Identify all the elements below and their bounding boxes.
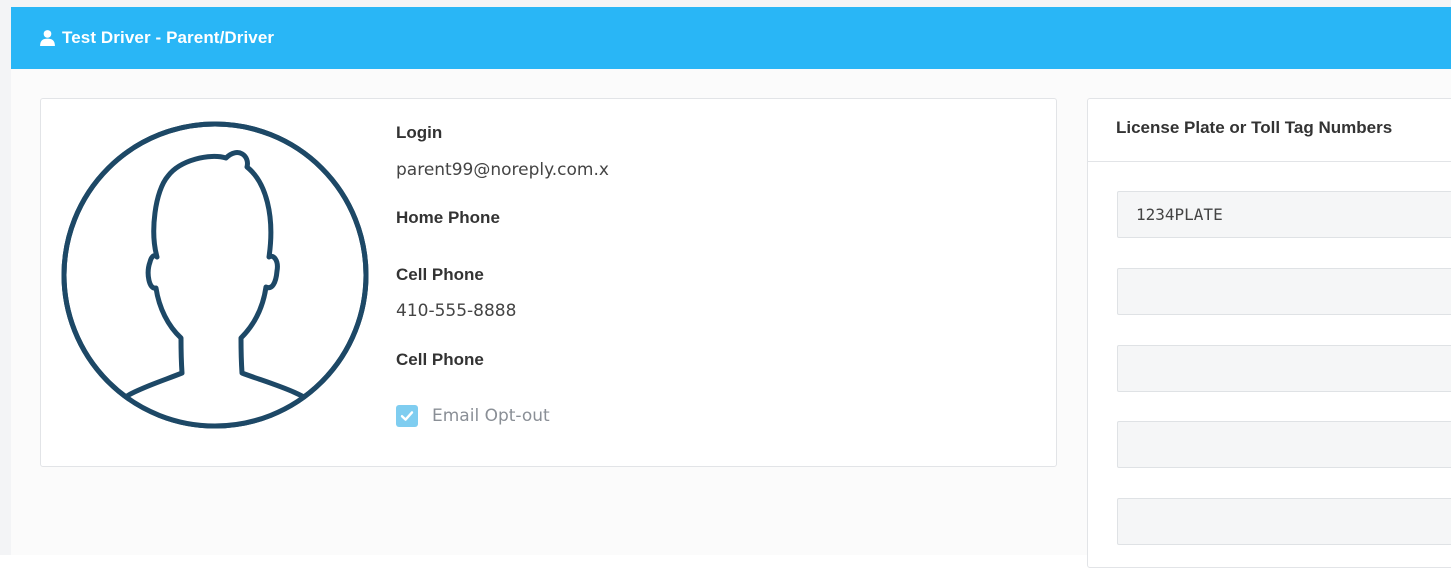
email-opt-out-checkbox[interactable] (396, 405, 418, 427)
page: Test Driver - Parent/Driver Login parent… (0, 0, 1451, 568)
top-edge (0, 0, 1451, 7)
cell-phone-2-label: Cell Phone (396, 350, 484, 369)
plate-input-5[interactable] (1117, 498, 1451, 545)
cell-phone-value: 410-555-8888 (396, 301, 517, 321)
check-icon (400, 411, 414, 421)
plate-input-4[interactable] (1117, 421, 1451, 468)
user-silhouette-icon (61, 121, 369, 429)
plate-input-3[interactable] (1117, 345, 1451, 392)
panel-title: Test Driver - Parent/Driver (62, 28, 275, 47)
user-icon (40, 29, 55, 46)
login-value: parent99@noreply.com.x (396, 160, 609, 180)
plate-input-1[interactable] (1117, 191, 1451, 238)
login-label: Login (396, 123, 443, 142)
email-opt-out-label[interactable]: Email Opt-out (432, 406, 550, 426)
home-phone-label: Home Phone (396, 208, 500, 227)
cell-phone-label: Cell Phone (396, 265, 484, 284)
plates-title: License Plate or Toll Tag Numbers (1116, 118, 1393, 137)
plate-input-2[interactable] (1117, 268, 1451, 315)
left-edge (0, 0, 11, 555)
panel-header: Test Driver - Parent/Driver (11, 7, 1451, 69)
